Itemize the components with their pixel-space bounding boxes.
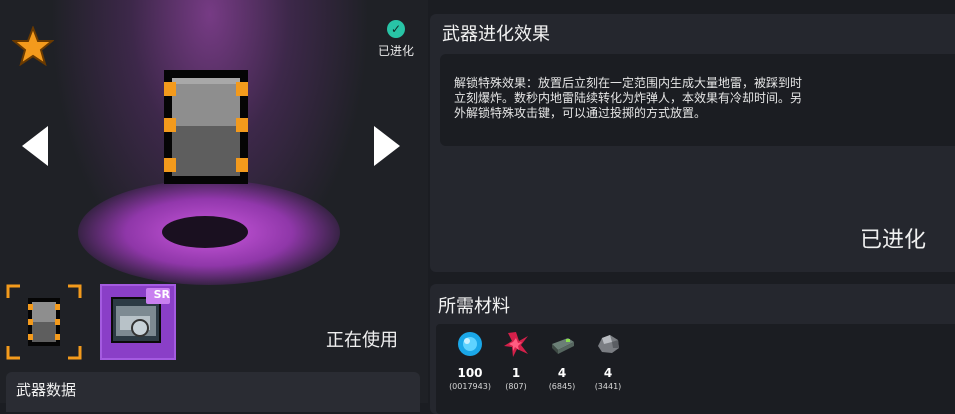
in-use-label: 正在使用 — [326, 330, 398, 351]
evolution-description-line: 解锁特殊效果：放置后立刻在一定范围内生成大量地雷，被踩到时 — [454, 76, 803, 90]
material-item[interactable]: 4 (3441) — [584, 330, 632, 391]
blue-gem-icon — [458, 332, 482, 356]
evolution-effect-panel: 武器进化效果 解锁特殊效果：放置后立刻在一定范围内生成大量地雷，被踩到时 立刻爆… — [430, 14, 955, 272]
material-count: 4 — [603, 366, 613, 380]
evolution-description-line: 立刻爆炸。数秒内地雷陆续转化为炸弹人，本效果有冷却时间。另 — [454, 91, 803, 105]
material-count: 4 — [557, 366, 567, 380]
evolution-description-line: 外解锁特殊攻击键，可以通过投掷的方式放置。 — [454, 106, 707, 120]
ore-chunk-icon — [598, 335, 619, 353]
weapon-mine-icon — [164, 70, 248, 184]
evolved-check-icon: ✓ — [387, 20, 405, 38]
weapon-preview-panel: ✓ 已进化 SR 正在使用 武器数据 — [0, 0, 428, 412]
favorite-star-icon[interactable] — [12, 26, 54, 66]
material-owned: (0017943) — [449, 382, 491, 391]
red-crystal-icon — [504, 332, 528, 357]
sr-rarity-label: SR — [153, 288, 170, 301]
material-count: 1 — [511, 366, 521, 380]
selected-slot-frame-icon — [6, 284, 82, 360]
materials-title: 所需材料 — [438, 296, 510, 317]
next-weapon-arrow-icon[interactable] — [372, 124, 402, 168]
evolved-badge: ✓ 已进化 — [372, 20, 420, 59]
previous-weapon-arrow-icon[interactable] — [20, 124, 50, 168]
materials-list: 100 (0017943) 1 (807) 4 (6845) 4 (3441) — [436, 324, 955, 414]
material-owned: (3441) — [594, 382, 622, 391]
material-item[interactable]: 1 (807) — [492, 330, 540, 391]
weapon-slot-sr-skin[interactable]: SR — [100, 284, 176, 360]
material-count: 100 — [457, 366, 483, 380]
evolution-description: 解锁特殊效果：放置后立刻在一定范围内生成大量地雷，被踩到时 立刻爆炸。数秒内地雷… — [440, 54, 955, 146]
material-item[interactable]: 100 (0017943) — [446, 330, 494, 391]
battery-part-icon — [552, 338, 574, 354]
material-owned: (6845) — [548, 382, 576, 391]
evolved-badge-text: 已进化 — [377, 44, 414, 58]
material-owned: (807) — [505, 382, 527, 391]
evolution-status: 已进化 — [859, 228, 926, 253]
weapon-data-tab[interactable]: 武器数据 — [6, 372, 420, 412]
evolution-title: 武器进化效果 — [442, 24, 550, 45]
weapon-slot-selected[interactable] — [6, 284, 82, 360]
floor-shadow — [162, 216, 248, 248]
material-item[interactable]: 4 (6845) — [538, 330, 586, 391]
materials-panel: 所需材料 100 (0017943) 1 (807) 4 (6845) 4 (3… — [430, 284, 955, 414]
